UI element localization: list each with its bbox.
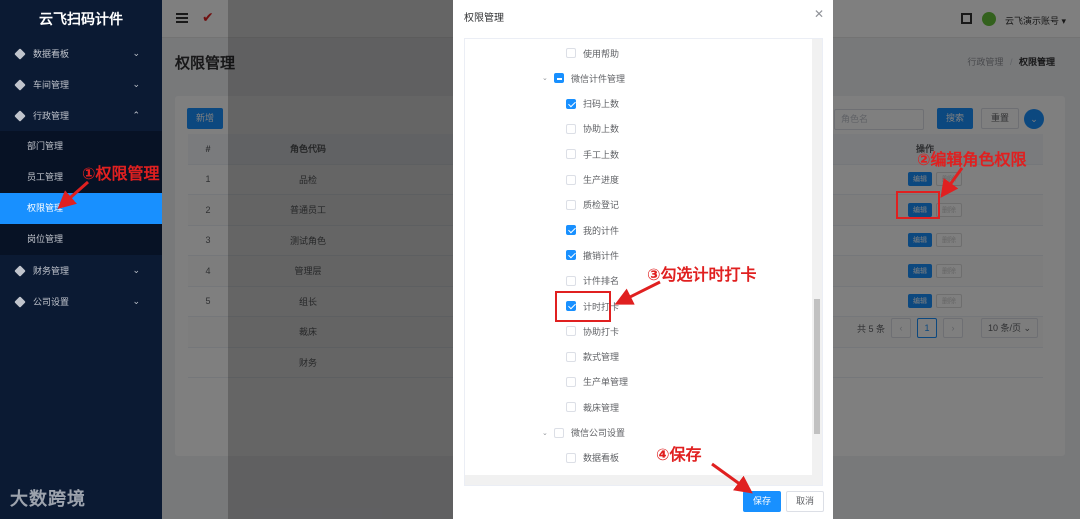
annotation-arrows <box>57 167 964 494</box>
